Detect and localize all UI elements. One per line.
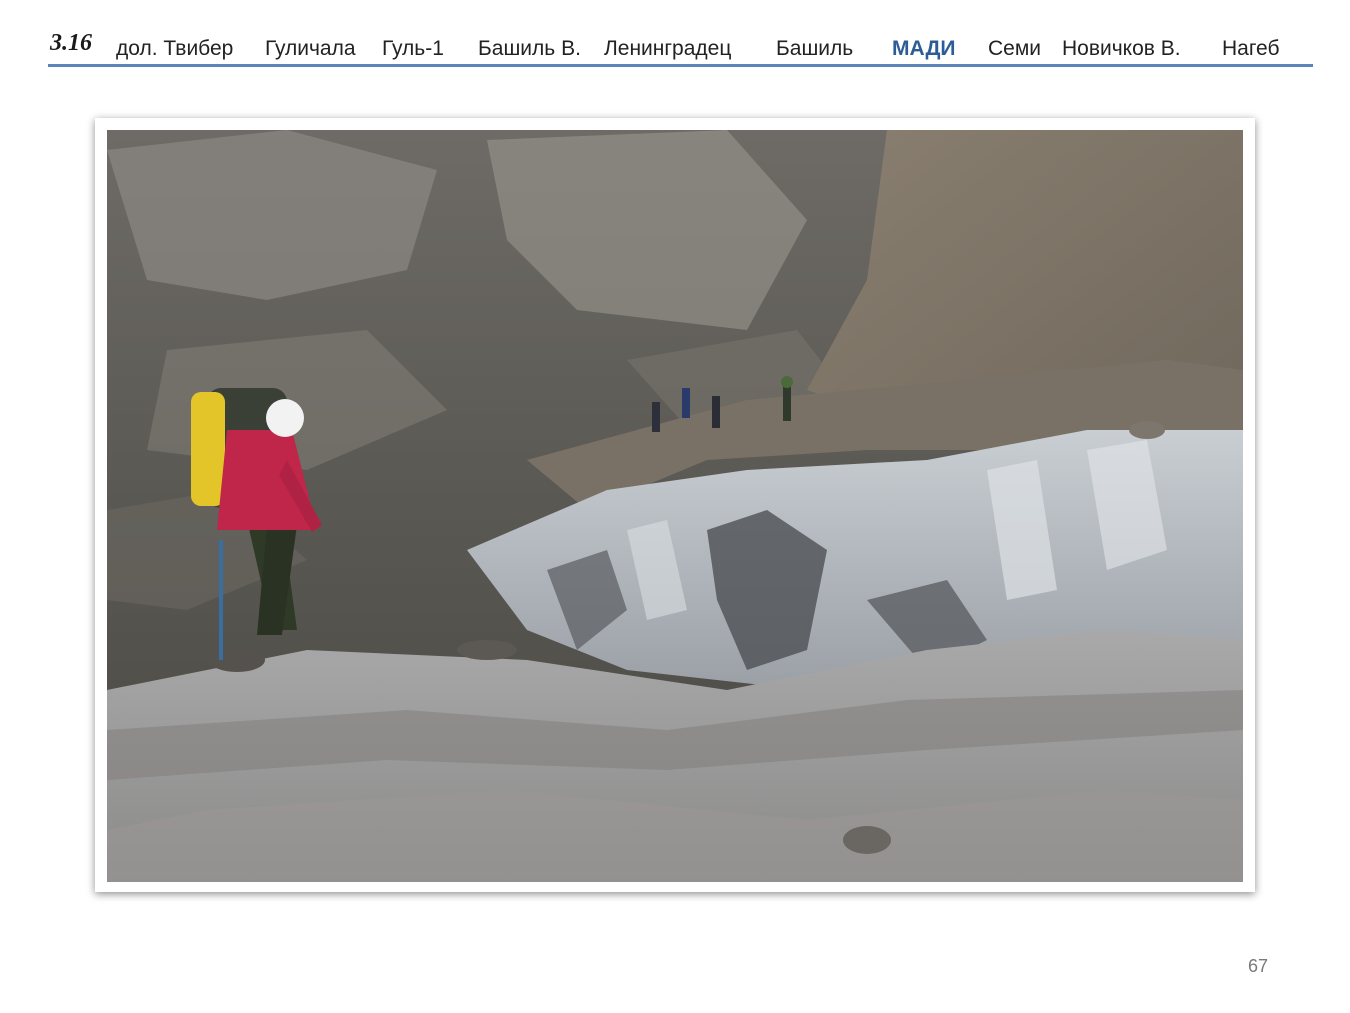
glacier-photo (107, 130, 1243, 882)
header-rule (48, 64, 1313, 67)
photo-frame (95, 118, 1255, 892)
header-bar: 3.16 дол. Твибер Гуличала Гуль-1 Башиль … (0, 0, 1350, 70)
nav-item-dol-tviber[interactable]: дол. Твибер (116, 37, 233, 61)
nav-item-bashil[interactable]: Башиль (776, 37, 853, 61)
nav-item-gulichala[interactable]: Гуличала (265, 37, 356, 61)
nav-item-gul-1[interactable]: Гуль-1 (382, 37, 444, 61)
nav-item-leningradets[interactable]: Ленинградец (604, 37, 731, 61)
nav-item-bashil-v[interactable]: Башиль В. (478, 37, 581, 61)
nav-item-novichkov-v[interactable]: Новичков В. (1062, 37, 1181, 61)
nav-item-semi[interactable]: Семи (988, 37, 1041, 61)
nav-item-nageb[interactable]: Нагеб (1222, 37, 1280, 61)
page-number: 67 (1247, 956, 1268, 976)
section-number: 3.16 (50, 30, 92, 56)
nav-item-madi[interactable]: МАДИ (892, 37, 956, 61)
